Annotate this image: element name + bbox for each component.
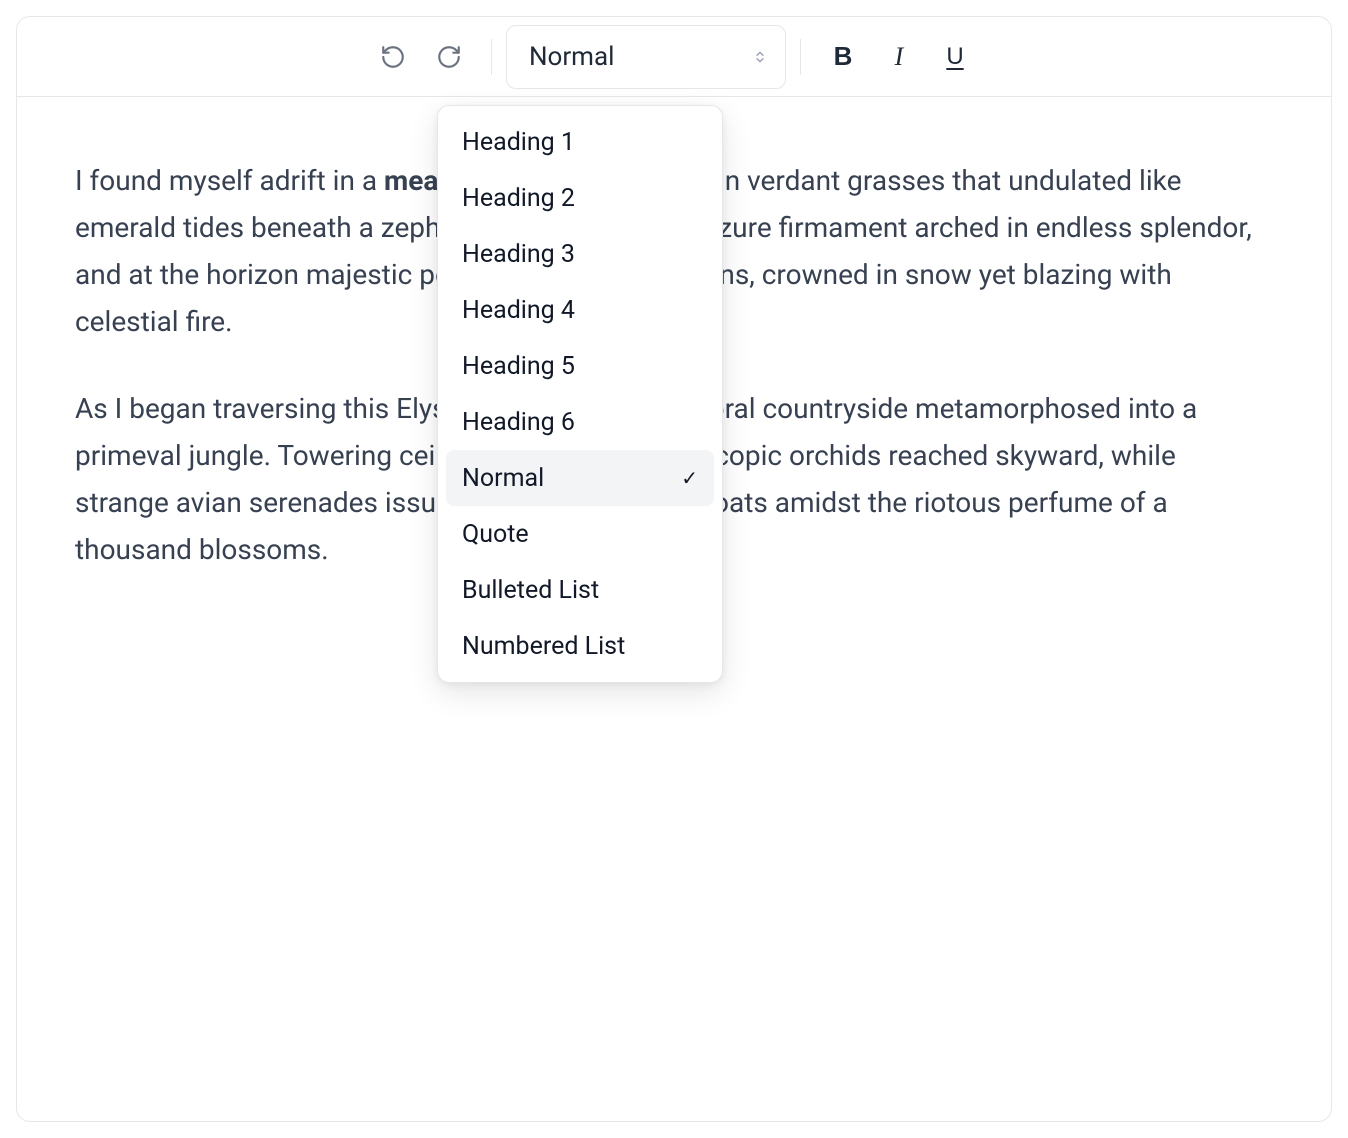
dropdown-item-label: Bulleted List xyxy=(462,576,599,605)
undo-icon xyxy=(380,44,406,70)
dropdown-item-quote[interactable]: Quote xyxy=(446,506,714,562)
dropdown-item-label: Numbered List xyxy=(462,632,625,661)
redo-button[interactable] xyxy=(421,29,477,85)
redo-icon xyxy=(436,44,462,70)
toolbar-divider xyxy=(800,39,801,75)
dropdown-item-heading-1[interactable]: Heading 1 xyxy=(446,114,714,170)
bold-icon: B xyxy=(834,41,853,72)
dropdown-item-heading-3[interactable]: Heading 3 xyxy=(446,226,714,282)
dropdown-item-label: Heading 3 xyxy=(462,240,575,269)
dropdown-item-bulleted-list[interactable]: Bulleted List xyxy=(446,562,714,618)
dropdown-item-label: Heading 1 xyxy=(462,128,575,157)
toolbar-divider xyxy=(491,39,492,75)
italic-icon: I xyxy=(895,42,904,72)
checkmark-icon: ✓ xyxy=(681,466,698,490)
underline-button[interactable]: U xyxy=(927,29,983,85)
dropdown-item-heading-5[interactable]: Heading 5 xyxy=(446,338,714,394)
dropdown-item-label: Heading 2 xyxy=(462,184,575,213)
dropdown-item-label: Heading 6 xyxy=(462,408,575,437)
editor-container: Normal B I U I found myself adrift in a … xyxy=(16,16,1332,1122)
toolbar: Normal B I U xyxy=(17,17,1331,97)
dropdown-item-label: Quote xyxy=(462,520,529,549)
block-style-dropdown: Heading 1 Heading 2 Heading 3 Heading 4 Head… xyxy=(437,105,723,683)
dropdown-item-label: Heading 4 xyxy=(462,296,575,325)
dropdown-item-numbered-list[interactable]: Numbered List xyxy=(446,618,714,674)
undo-button[interactable] xyxy=(365,29,421,85)
dropdown-item-heading-4[interactable]: Heading 4 xyxy=(446,282,714,338)
dropdown-item-normal[interactable]: Normal ✓ xyxy=(446,450,714,506)
dropdown-item-heading-2[interactable]: Heading 2 xyxy=(446,170,714,226)
italic-button[interactable]: I xyxy=(871,29,927,85)
block-style-select-label: Normal xyxy=(529,42,614,72)
dropdown-item-label: Normal xyxy=(462,464,544,493)
underline-icon: U xyxy=(946,43,963,71)
bold-button[interactable]: B xyxy=(815,29,871,85)
dropdown-item-heading-6[interactable]: Heading 6 xyxy=(446,394,714,450)
block-style-select[interactable]: Normal xyxy=(506,25,786,89)
chevron-up-down-icon xyxy=(753,50,767,64)
dropdown-item-label: Heading 5 xyxy=(462,352,575,381)
